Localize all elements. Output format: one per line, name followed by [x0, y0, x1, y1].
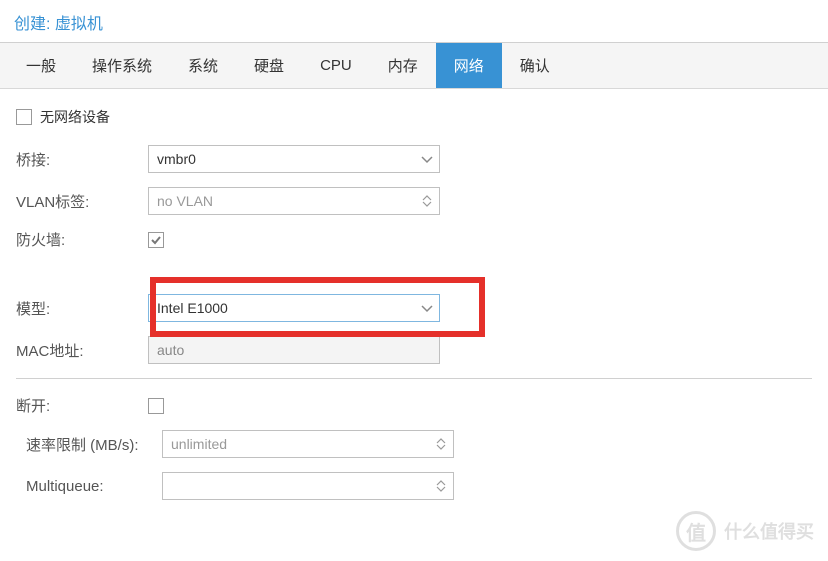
bridge-select[interactable]: vmbr0	[148, 145, 440, 173]
multiqueue-field[interactable]	[162, 472, 454, 500]
rate-value: unlimited	[171, 436, 227, 452]
model-value: Intel E1000	[157, 300, 228, 316]
tab-bar: 一般 操作系统 系统 硬盘 CPU 内存 网络 确认	[0, 43, 828, 89]
vlan-label: VLAN标签:	[16, 191, 148, 212]
watermark-text: 什么值得买	[724, 518, 814, 544]
dialog-title: 创建: 虚拟机	[0, 0, 828, 43]
watermark: 值 什么值得买	[676, 511, 814, 551]
tab-system[interactable]: 系统	[170, 43, 236, 88]
tab-general[interactable]: 一般	[8, 43, 74, 88]
spinner-icon	[429, 431, 453, 457]
mac-label: MAC地址:	[16, 340, 148, 361]
model-select[interactable]: Intel E1000	[148, 294, 440, 322]
form-panel: 无网络设备 桥接: vmbr0 VLAN标签: no VLAN 防火墙: 模型:	[0, 89, 828, 524]
tab-disk[interactable]: 硬盘	[236, 43, 302, 88]
tab-cpu[interactable]: CPU	[302, 45, 370, 86]
watermark-icon: 值	[676, 511, 716, 551]
model-label: 模型:	[16, 298, 148, 319]
tab-confirm[interactable]: 确认	[502, 43, 568, 88]
spinner-icon	[415, 188, 439, 214]
rate-field[interactable]: unlimited	[162, 430, 454, 458]
bridge-value: vmbr0	[157, 151, 196, 167]
no-network-label: 无网络设备	[40, 107, 110, 127]
rate-label: 速率限制 (MB/s):	[16, 434, 162, 455]
disconnect-checkbox[interactable]	[148, 398, 164, 414]
chevron-down-icon	[415, 146, 439, 172]
vlan-value: no VLAN	[157, 193, 213, 209]
bridge-label: 桥接:	[16, 149, 148, 170]
check-icon	[150, 234, 162, 246]
mac-field[interactable]: auto	[148, 336, 440, 364]
firewall-checkbox[interactable]	[148, 232, 164, 248]
multiqueue-label: Multiqueue:	[16, 478, 162, 495]
vlan-field[interactable]: no VLAN	[148, 187, 440, 215]
chevron-down-icon	[415, 295, 439, 321]
divider	[16, 378, 812, 379]
no-network-checkbox[interactable]	[16, 109, 32, 125]
disconnect-label: 断开:	[16, 395, 148, 416]
firewall-label: 防火墙:	[16, 229, 148, 250]
spinner-icon	[429, 473, 453, 499]
tab-os[interactable]: 操作系统	[74, 43, 170, 88]
tab-network[interactable]: 网络	[436, 43, 502, 88]
mac-value: auto	[157, 342, 184, 358]
tab-memory[interactable]: 内存	[370, 43, 436, 88]
